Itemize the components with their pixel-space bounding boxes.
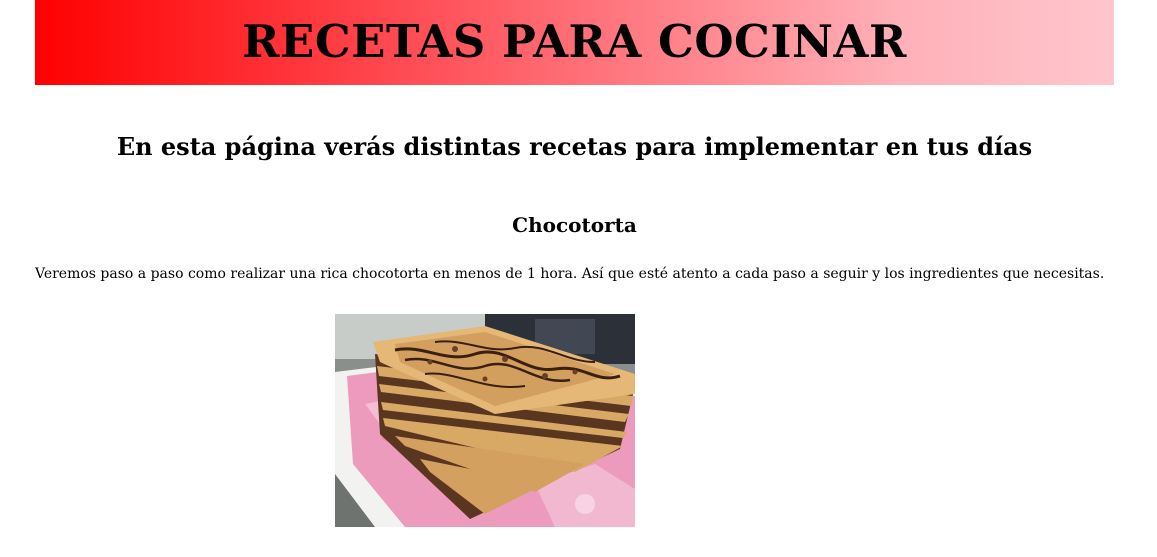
page-title: RECETAS PARA COCINAR <box>242 15 907 68</box>
page-subtitle: En esta página verás distintas recetas p… <box>116 132 1033 161</box>
recipe-image <box>335 314 635 527</box>
recipe-title: Chocotorta <box>512 213 637 237</box>
header-banner: RECETAS PARA COCINAR <box>35 0 1114 85</box>
page: RECETAS PARA COCINAR En esta página verá… <box>0 0 1157 557</box>
recipe-description: Veremos paso a paso como realizar una ri… <box>35 266 1105 282</box>
